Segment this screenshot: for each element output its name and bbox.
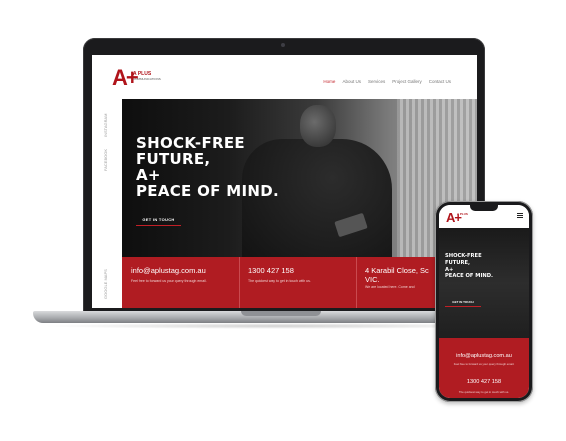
phone-hero-title-line: SHOCK-FREE [445, 253, 482, 259]
nav-about-us[interactable]: About Us [342, 79, 361, 84]
nav-contact-us[interactable]: Contact Us [429, 79, 451, 84]
contact-email[interactable]: info@aplustag.com.au Feel free to forwar… [131, 266, 241, 284]
camera-dot [281, 43, 285, 47]
phone-hero-title: SHOCK-FREE FUTURE, A+ PEACE OF MIND. [445, 253, 515, 280]
hero-title-line: PEACE OF MIND. [136, 182, 279, 200]
phone-get-in-touch-button[interactable]: GET IN TOUCH [445, 298, 481, 307]
contact-divider [356, 257, 357, 308]
social-google-maps-link[interactable]: GOOGLE MAPS [103, 269, 108, 299]
hero-title-line: A+ [136, 166, 161, 184]
phone-notch [470, 205, 498, 211]
phone-hero-title-line: FUTURE, [445, 259, 471, 266]
hamburger-menu-icon[interactable] [517, 213, 523, 218]
contact-divider [239, 257, 240, 308]
site-header: A+ A PLUS COMMUNICATIONS Home About Us S… [92, 55, 477, 99]
logo-tagline: COMMUNICATIONS [133, 77, 161, 81]
contact-address-title: 4 Karabil Close, Sc VIC. [365, 266, 429, 284]
hero-section: SHOCK-FREE FUTURE, A+ PEACE OF MIND. GET… [122, 99, 477, 257]
phone-hero-title-line: PEACE OF MIND. [445, 273, 493, 280]
nav-project-gallery[interactable]: Project Gallery [392, 79, 422, 84]
main-nav: Home About Us Services Project Gallery C… [323, 79, 451, 84]
phone-contact-phone[interactable]: 1300 427 158 [439, 379, 529, 386]
hero-title-line: SHOCK-FREE [136, 134, 245, 152]
laptop-notch [241, 311, 321, 316]
social-strip: INSTAGRAM FACEBOOK GOOGLE MAPS [92, 99, 122, 308]
laptop-screen: A+ A PLUS COMMUNICATIONS Home About Us S… [92, 55, 477, 308]
phone-screen: A+ A PLUS SHOCK-FREE FUTURE, A+ PEACE OF… [439, 205, 529, 398]
nav-home[interactable]: Home [323, 79, 335, 84]
contact-phone-desc: The quickest way to get in touch with us… [248, 279, 311, 283]
phone-contact-email[interactable]: info@aplustag.com.au [439, 353, 529, 360]
hero-title: SHOCK-FREE FUTURE, A+ PEACE OF MIND. [136, 135, 316, 199]
contact-email-desc: Feel free to forward us your query throu… [131, 279, 207, 283]
phone-contact-phone-desc: The quickest way to get in touch with us… [458, 390, 510, 394]
hero-title-line: FUTURE, [136, 150, 211, 168]
social-instagram-link[interactable]: INSTAGRAM [103, 114, 108, 137]
phone-hero-section: SHOCK-FREE FUTURE, A+ PEACE OF MIND. GET… [439, 228, 529, 338]
contact-strip: info@aplustag.com.au Feel free to forwar… [122, 257, 477, 308]
phone-logo-name: A PLUS [457, 212, 468, 216]
nav-services[interactable]: Services [368, 79, 385, 84]
get-in-touch-button[interactable]: GET IN TOUCH [136, 214, 181, 226]
contact-email-title: info@aplustag.com.au [131, 266, 206, 275]
contact-phone[interactable]: 1300 427 158 The quickest way to get in … [248, 266, 358, 284]
phone-hero-title-line: A+ [445, 266, 454, 273]
phone-contact-email-desc: Feel free to forward us your query throu… [453, 362, 515, 366]
contact-phone-title: 1300 427 158 [248, 266, 294, 275]
phone-contact-section: info@aplustag.com.au Feel free to forwar… [439, 338, 529, 398]
social-facebook-link[interactable]: FACEBOOK [103, 149, 108, 171]
site-logo[interactable]: A+ A PLUS COMMUNICATIONS [112, 67, 161, 93]
